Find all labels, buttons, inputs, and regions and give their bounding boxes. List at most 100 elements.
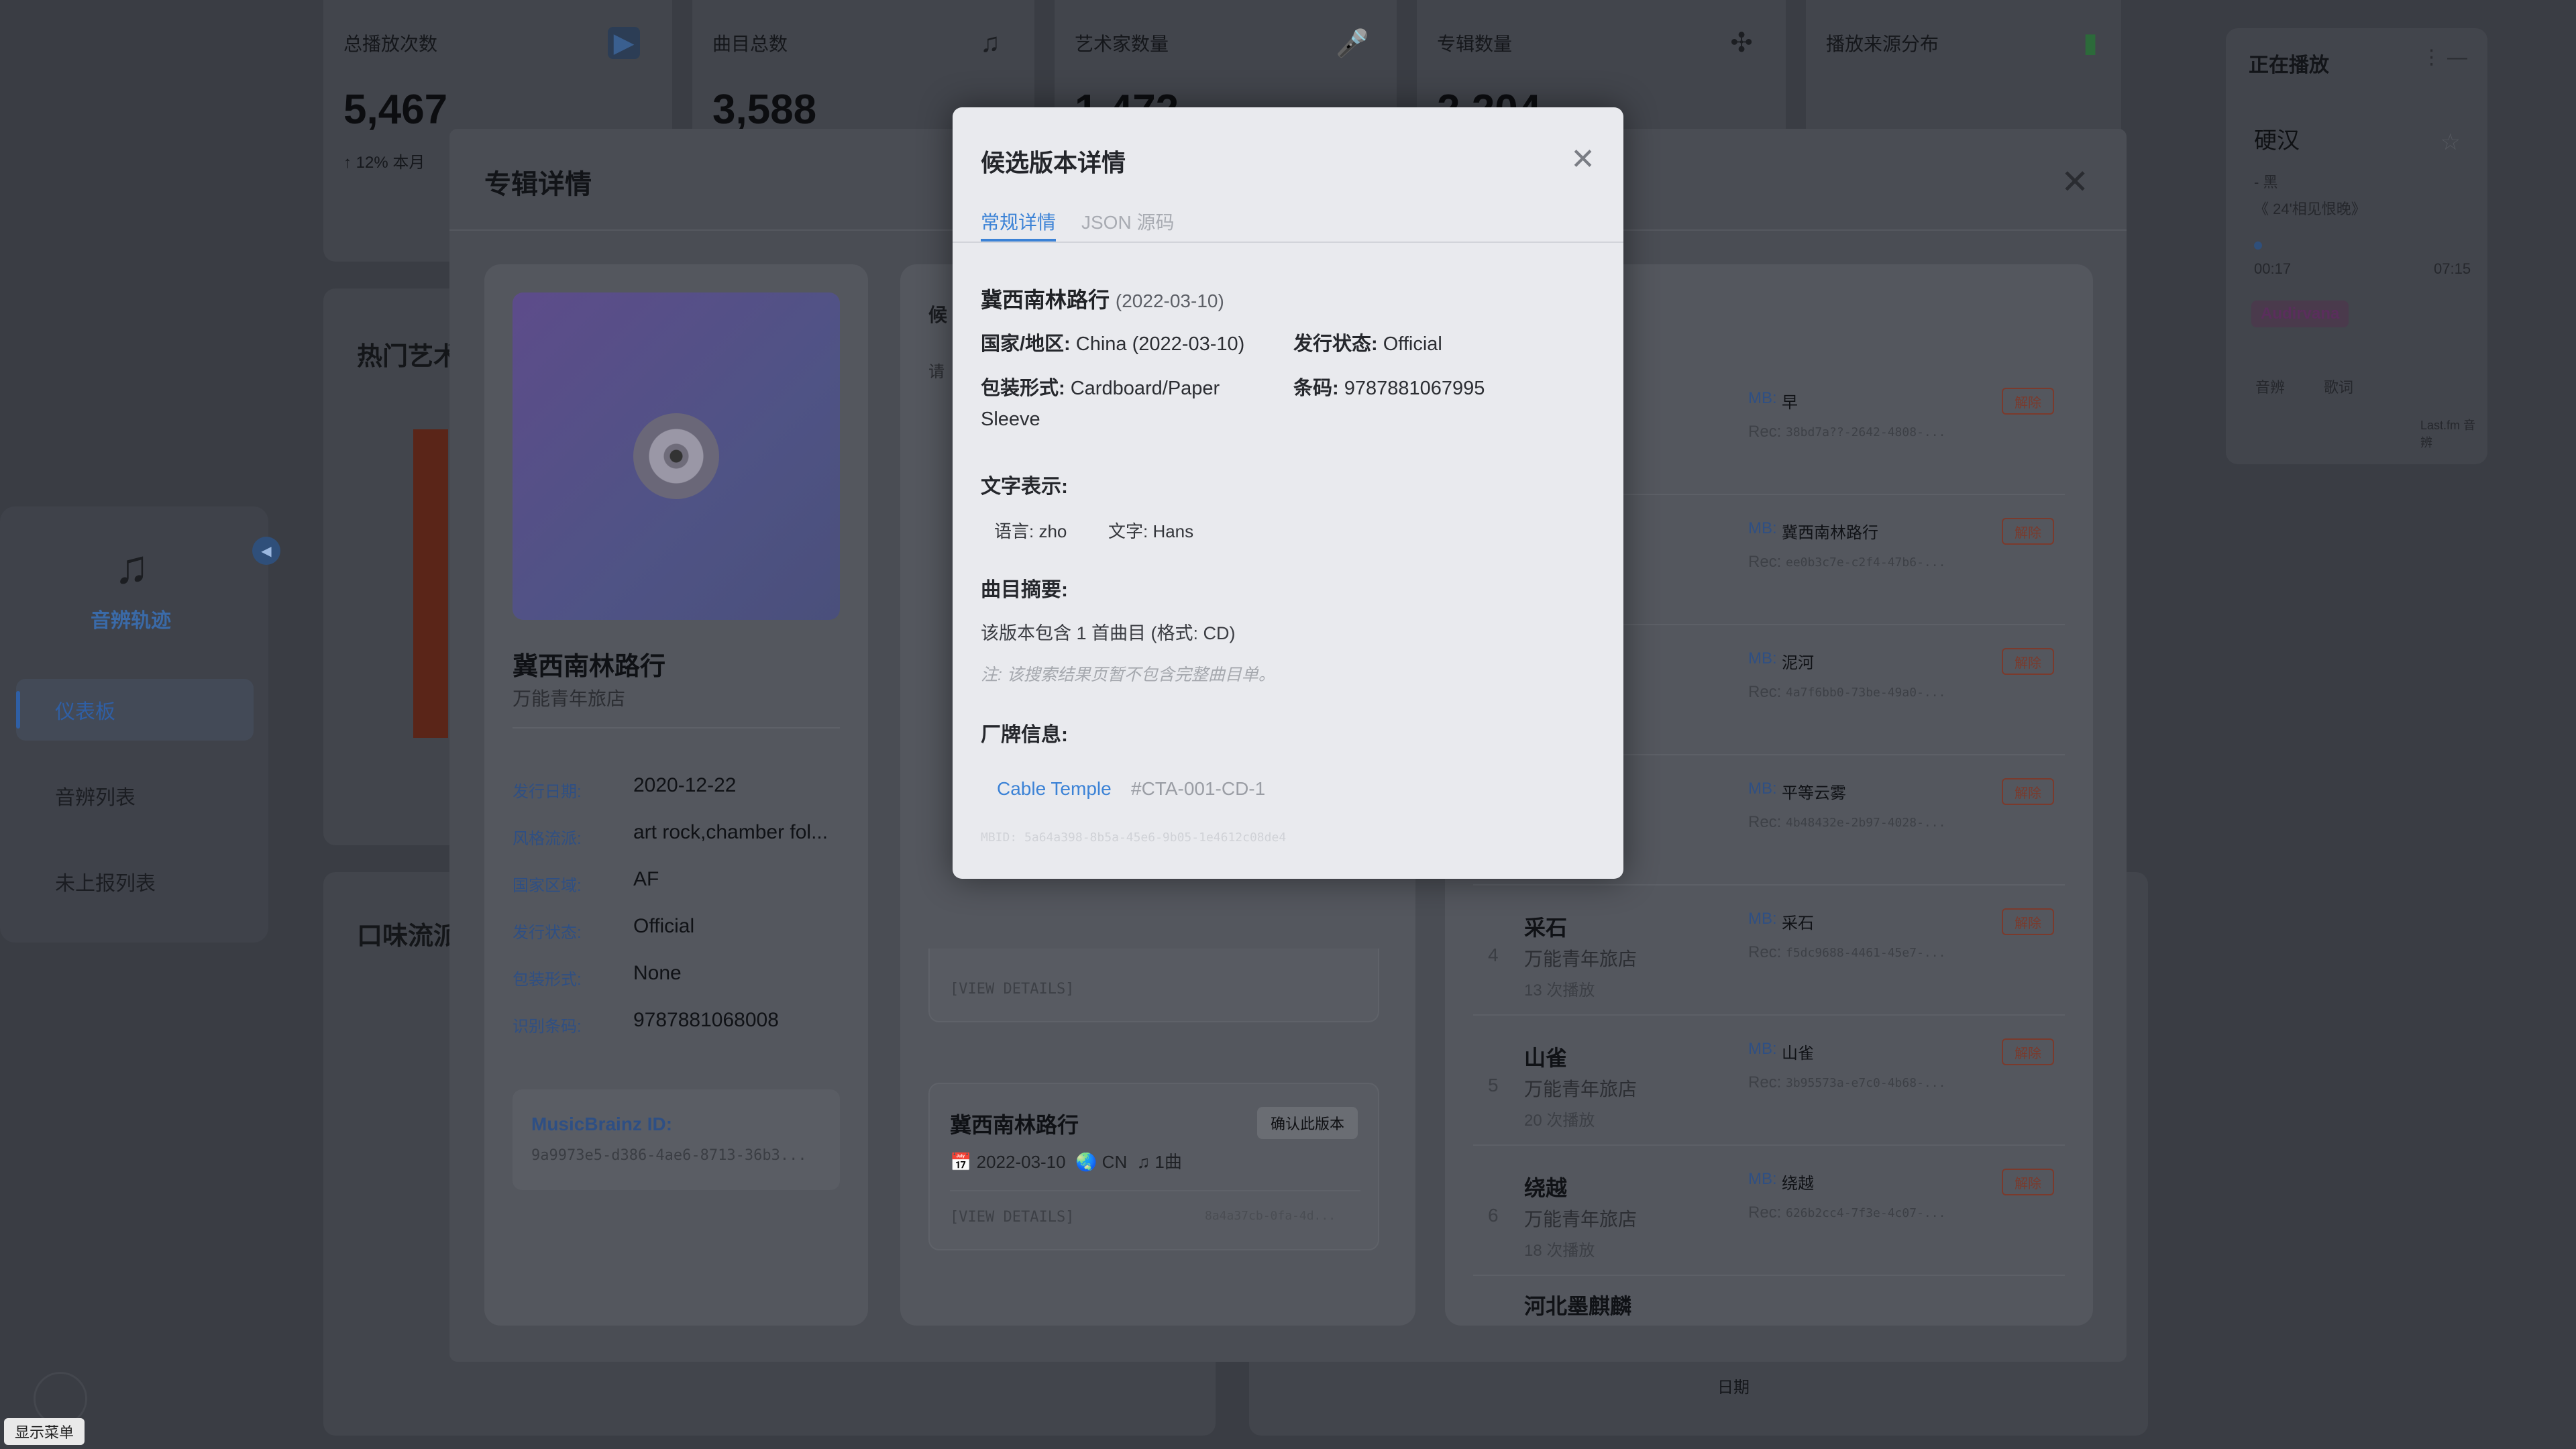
version-name: 冀西南林路行 xyxy=(981,288,1110,312)
track-number: 5 xyxy=(1488,1075,1499,1095)
album-info-column: 冀西南林路行 万能青年旅店 发行日期: 2020-12-22 风格流派: art r… xyxy=(484,264,868,1326)
field-value: Official xyxy=(1383,333,1442,355)
mb-title: 山雀 xyxy=(1782,1044,1814,1063)
tab-general-details[interactable]: 常规详情 xyxy=(981,208,1057,241)
track-title: 山雀 xyxy=(1524,1046,1568,1070)
modal-tabs: 常规详情 JSON 源码 xyxy=(953,200,1623,243)
version-heading: 冀西南林路行 (2022-03-10) xyxy=(981,283,1224,314)
field-country: 国家/地区: China (2022-03-10) xyxy=(981,329,1276,360)
nav-item-unreported[interactable]: 未上报列表 xyxy=(16,851,254,912)
track-number: 4 xyxy=(1488,945,1499,965)
close-icon[interactable]: ✕ xyxy=(1570,142,1595,176)
calendar-icon: 📅 xyxy=(950,1152,972,1172)
catalog-number: #CTA-001-CD-1 xyxy=(1131,778,1266,799)
tab-json-source[interactable]: JSON 源码 xyxy=(1081,208,1174,235)
mb-title: 冀西南林路行 xyxy=(1782,524,1878,542)
tracklist-note: 注: 该搜索结果页暂不包含完整曲目单。 xyxy=(981,665,1275,684)
field-label: 包装形式: xyxy=(981,378,1065,399)
progress-bar[interactable] xyxy=(2254,241,2262,250)
mb-title: 绕越 xyxy=(1782,1175,1814,1193)
stat-title: 艺术家数量 xyxy=(1075,34,1169,54)
confirm-version-button[interactable]: 确认此版本 xyxy=(1256,1107,1358,1139)
globe-icon: 🌏 xyxy=(1075,1152,1097,1172)
mb-label: MB: xyxy=(1748,910,1777,928)
label-info-title: 厂牌信息: xyxy=(981,724,1068,746)
mb-label: MB: xyxy=(1748,389,1777,407)
candidate-hint: 请 xyxy=(928,363,945,381)
recording-id: 3b95573a-e7c0-4b68-... xyxy=(1786,1076,1946,1090)
stat-value: 5,467 xyxy=(343,87,448,133)
tracklist-title: 曲目摘要: xyxy=(981,579,1068,601)
candidate-card[interactable]: [VIEW DETAILS] xyxy=(928,949,1379,1022)
field-value: China (2022-03-10) xyxy=(1075,333,1245,355)
field-label: 风格流派: xyxy=(513,830,582,848)
close-icon[interactable]: ✕ xyxy=(2061,162,2089,201)
candidate-card[interactable]: 冀西南林路行 确认此版本 📅 2022-03-10 🌏 CN ♫ 1曲 [VIE… xyxy=(928,1083,1379,1250)
label-link[interactable]: Cable Temple xyxy=(997,778,1112,800)
divider xyxy=(513,727,840,729)
unbind-button[interactable]: 解除 xyxy=(2002,388,2054,415)
album-name: 冀西南林路行 xyxy=(513,653,666,681)
rec-label: Rec: xyxy=(1748,423,1782,441)
view-details-link[interactable]: [VIEW DETAILS] xyxy=(950,1209,1074,1226)
mb-label: MB: xyxy=(1748,780,1777,798)
field-packaging: 包装形式: Cardboard/Paper Sleeve xyxy=(981,373,1263,435)
field-value: 2020-12-22 xyxy=(633,774,737,796)
recording-id: 38bd7a??-2642-4808-... xyxy=(1786,425,1946,439)
lyrics-tab[interactable]: 歌词 xyxy=(2324,376,2353,397)
script-chip: 文字: Hans xyxy=(1108,521,1194,541)
field-barcode: 条码: 9787881067995 xyxy=(1293,373,1589,404)
now-playing-card: 正在播放 ⋮ — 硬汉 ☆ - 黑 《 24'相见恨晚》 00:17 07:15… xyxy=(2226,28,2487,464)
album-icon: ✣ xyxy=(1730,28,1753,58)
dialog-title: 专辑详情 xyxy=(484,170,592,199)
unbind-button[interactable]: 解除 xyxy=(2002,778,2054,805)
song-title: 硬汉 xyxy=(2254,128,2300,154)
nav-item-dashboard[interactable]: 仪表板 xyxy=(16,679,254,741)
candidate-tracks: 1曲 xyxy=(1155,1152,1182,1172)
rec-label: Rec: xyxy=(1748,553,1782,571)
song-album: 《 24'相见恨晚》 xyxy=(2254,201,2366,217)
unbind-button[interactable]: 解除 xyxy=(2002,648,2054,675)
collapse-sidebar-button[interactable]: ◀ xyxy=(252,537,280,565)
time-current: 00:17 xyxy=(2254,260,2292,277)
show-menu-button[interactable]: 显示菜单 xyxy=(4,1418,85,1445)
audio-tab[interactable]: 音辨 xyxy=(2255,376,2285,397)
view-details-link[interactable]: [VIEW DETAILS] xyxy=(950,981,1074,998)
musicbrainz-id-box: MusicBrainz ID: 9a9973e5-d386-4ae6-8713-… xyxy=(513,1089,840,1190)
candidate-detail-modal: 候选版本详情 ✕ 常规详情 JSON 源码 冀西南林路行 (2022-03-10… xyxy=(953,107,1623,879)
star-icon[interactable]: ☆ xyxy=(2440,129,2461,156)
mbid-value[interactable]: 9a9973e5-d386-4ae6-8713-36b3... xyxy=(531,1147,820,1164)
track-row: 6 绕越 万能青年旅店 18 次播放 MB: 绕越 Rec: 626b2cc4-7f3e-4c… xyxy=(1473,1146,2065,1276)
mb-title: 早 xyxy=(1782,394,1798,412)
mb-label: MB: xyxy=(1748,1170,1777,1188)
stat-value: 3,588 xyxy=(712,87,817,133)
unbind-button[interactable]: 解除 xyxy=(2002,908,2054,935)
faded-mbid: MBID: 5a64a398-8b5a-45e6-9b05-1e4612c08d… xyxy=(981,830,1287,845)
stat-trend: ↑ 12% 本月 xyxy=(343,154,425,172)
tracklist-summary: 该版本包含 1 首曲目 (格式: CD) xyxy=(981,623,1236,643)
track-row: 河北墨麒麟 xyxy=(1473,1276,2065,1330)
candidate-meta: 📅 2022-03-10 🌏 CN ♫ 1曲 xyxy=(950,1148,1182,1173)
track-plays: 13 次播放 xyxy=(1524,981,1595,1000)
track-number: 6 xyxy=(1488,1205,1499,1226)
panel-title: 口味流派 xyxy=(357,922,460,951)
track-artist: 万能青年旅店 xyxy=(1524,1079,1638,1099)
unbind-button[interactable]: 解除 xyxy=(2002,1038,2054,1065)
music-note-icon: ♫ xyxy=(113,541,150,593)
mbid-label: MusicBrainz ID: xyxy=(531,1114,673,1134)
rec-label: Rec: xyxy=(1748,683,1782,701)
field-label: 发行日期: xyxy=(513,783,582,801)
panel-title: 热门艺术 xyxy=(357,343,460,371)
candidate-name: 冀西南林路行 xyxy=(950,1113,1079,1137)
unbind-button[interactable]: 解除 xyxy=(2002,1169,2054,1195)
unbind-button[interactable]: 解除 xyxy=(2002,518,2054,545)
more-icon[interactable]: ⋮ — xyxy=(2422,46,2467,69)
now-playing-title: 正在播放 xyxy=(2249,54,2329,76)
recording-id: f5dc9688-4461-45e7-... xyxy=(1786,946,1946,960)
nav-item-scrobbles[interactable]: 音辨列表 xyxy=(16,765,254,826)
mb-title: 平等云雾 xyxy=(1782,784,1846,802)
field-label: 识别条码: xyxy=(513,1018,582,1036)
field-status: 发行状态: Official xyxy=(1293,329,1589,360)
mb-title: 泥河 xyxy=(1782,654,1814,672)
time-total: 07:15 xyxy=(2434,260,2471,277)
